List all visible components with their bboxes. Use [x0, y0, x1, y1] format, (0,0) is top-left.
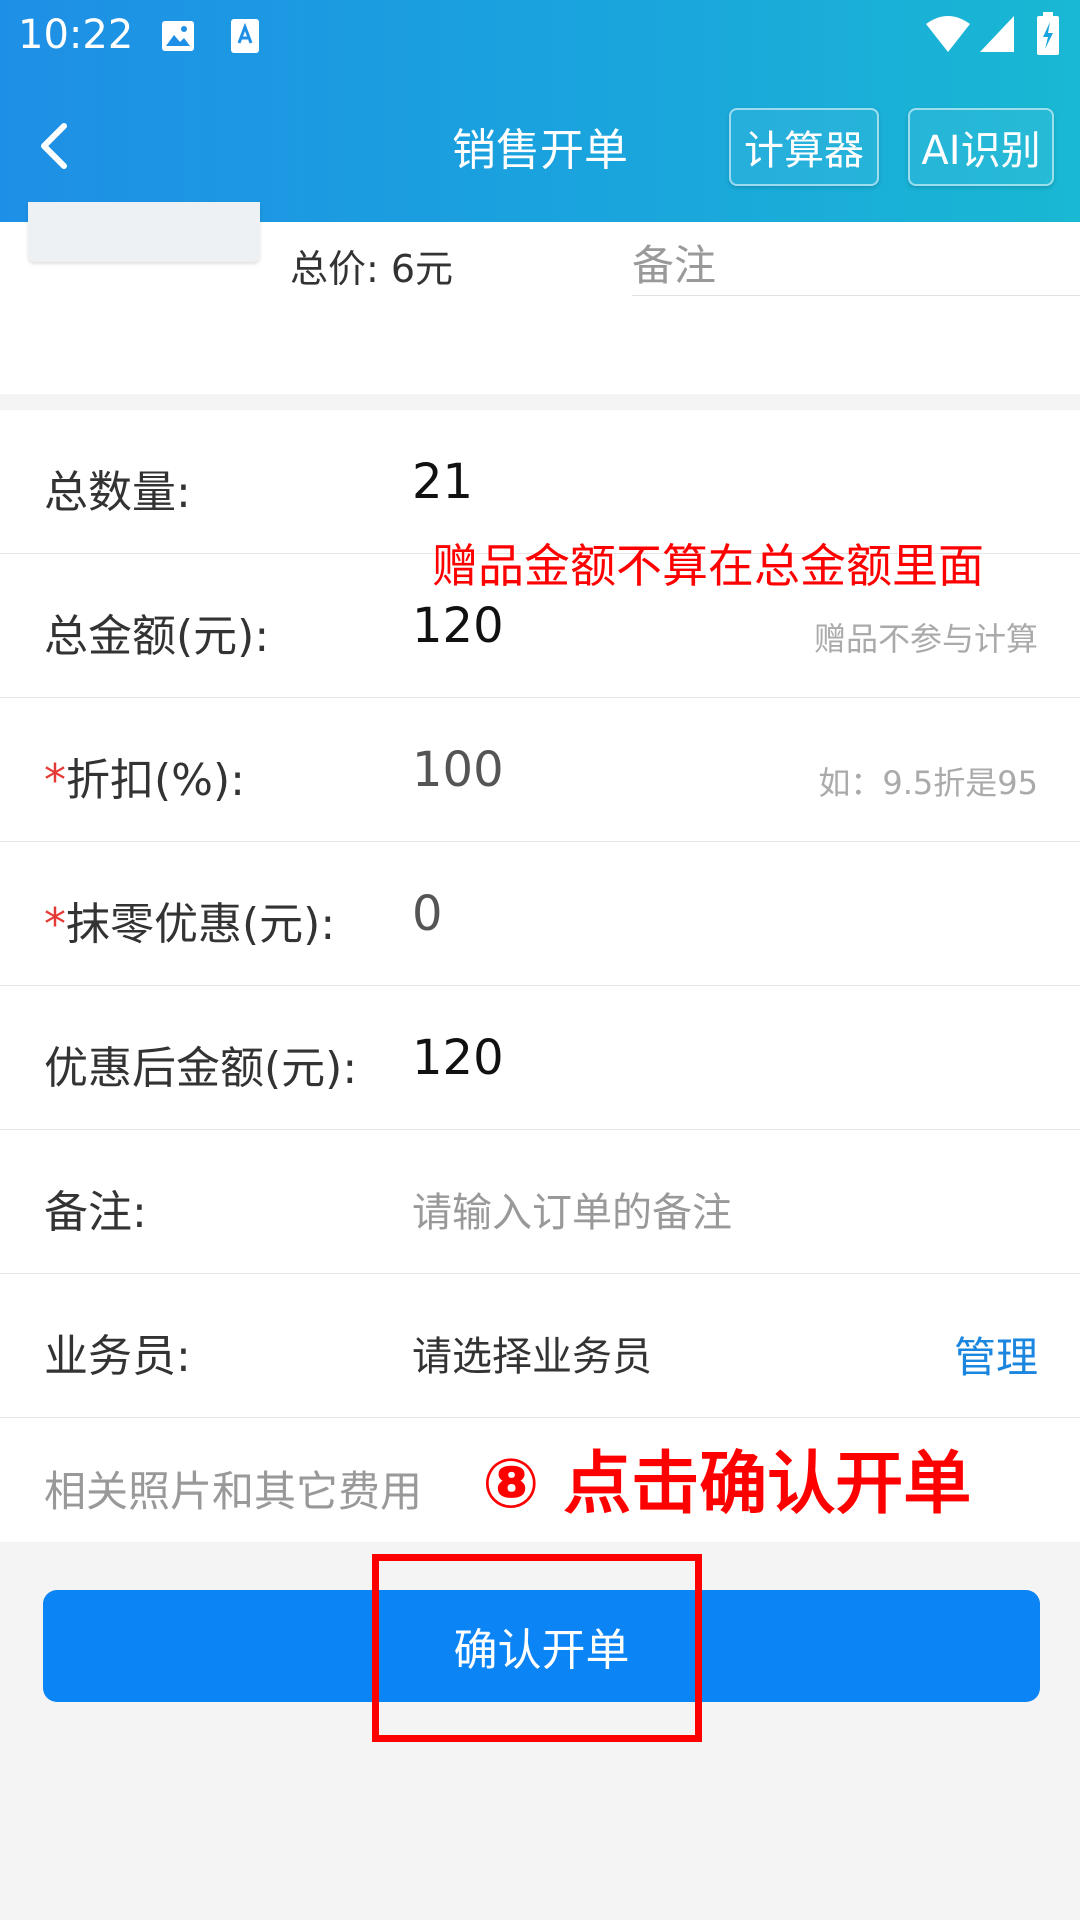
order-remark-row[interactable]: 备注: 请输入订单的备注	[0, 1130, 1080, 1274]
after-discount-row: 优惠后金额(元): 120	[0, 986, 1080, 1130]
required-mark: *	[44, 755, 66, 806]
rounding-input[interactable]: 0	[412, 886, 443, 942]
app-header: 10:22 销售开单 计算器 AI识别	[0, 0, 1080, 222]
required-mark: *	[44, 899, 66, 950]
total-qty-value: 21	[412, 454, 474, 510]
after-discount-label: 优惠后金额(元):	[44, 1043, 358, 1094]
battery-icon	[1036, 12, 1060, 60]
product-remark-input[interactable]: 备注	[632, 232, 1080, 296]
salesman-manage-link[interactable]: 管理	[954, 1324, 1038, 1385]
discount-row[interactable]: *折扣(%): 100 如：9.5折是95	[0, 698, 1080, 842]
calculator-button[interactable]: 计算器	[729, 108, 879, 186]
rounding-row[interactable]: *抹零优惠(元): 0	[0, 842, 1080, 986]
app-notification-icon	[228, 18, 262, 58]
status-bar: 10:22	[0, 0, 1080, 72]
order-remark-input[interactable]: 请输入订单的备注	[412, 1180, 732, 1238]
highlight-box	[372, 1554, 702, 1742]
photos-fees-label: 相关照片和其它费用	[44, 1467, 423, 1516]
order-remark-label: 备注:	[44, 1187, 147, 1238]
signal-icon	[978, 14, 1016, 58]
total-amount-value: 120	[412, 598, 504, 654]
salesman-row[interactable]: 业务员: 请选择业务员 管理	[0, 1274, 1080, 1418]
product-total-price: 总价: 6元	[290, 247, 454, 291]
product-item: 总价: 6元 备注	[0, 202, 1080, 394]
rounding-label: *抹零优惠(元):	[44, 899, 336, 950]
wifi-icon	[924, 14, 972, 58]
discount-hint: 如：9.5折是95	[818, 764, 1038, 802]
total-amount-label: 总金额(元):	[44, 611, 270, 662]
product-thumbnail	[28, 202, 260, 262]
after-discount-value: 120	[412, 1030, 504, 1086]
discount-label: *折扣(%):	[44, 755, 245, 806]
gift-annotation: 赠品金额不算在总金额里面	[432, 539, 984, 593]
gallery-notification-icon	[160, 18, 196, 58]
discount-input[interactable]: 100	[412, 742, 504, 798]
navbar: 销售开单 计算器 AI识别	[0, 92, 1080, 200]
total-qty-label: 总数量:	[44, 467, 191, 518]
salesman-select[interactable]: 请选择业务员	[412, 1324, 652, 1382]
salesman-label: 业务员:	[44, 1331, 191, 1382]
total-amount-hint: 赠品不参与计算	[813, 620, 1038, 658]
step-annotation: ⑧ 点击确认开单	[482, 1445, 972, 1524]
ai-recognize-button[interactable]: AI识别	[908, 108, 1054, 186]
status-time: 10:22	[18, 12, 134, 58]
